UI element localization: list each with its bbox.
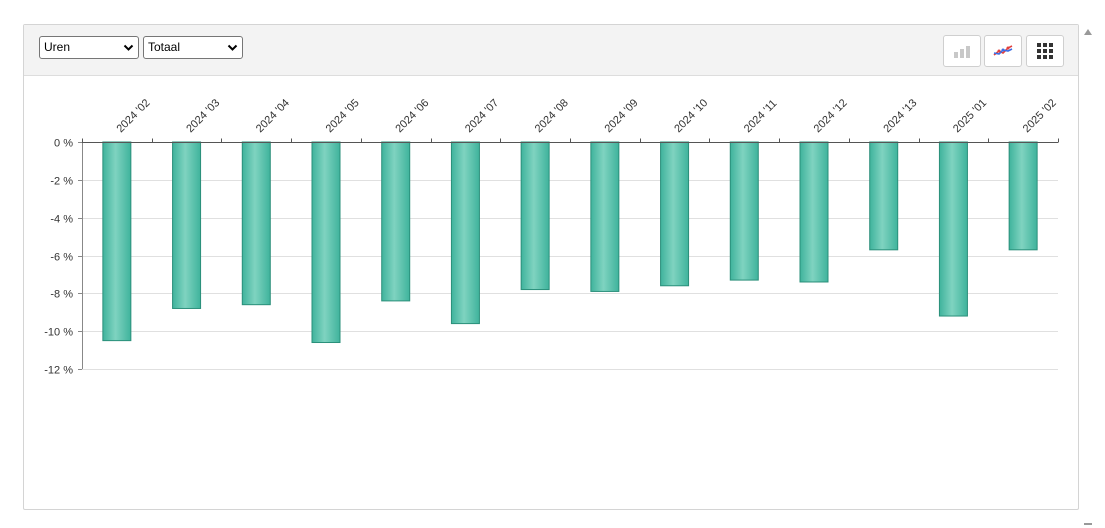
x-tick-label: 2025 '01 — [951, 97, 989, 135]
bar — [102, 141, 132, 342]
bar-chart: 0 % -2 % -4 % -6 % -8 % -10 % -12 % 2024 '02 202… — [44, 97, 1059, 377]
bar — [590, 141, 620, 292]
bar — [241, 141, 271, 306]
x-tick-label: 2024 '13 — [881, 97, 919, 135]
bar — [172, 141, 202, 309]
bar — [799, 141, 829, 283]
x-tick-label: 2024 '06 — [393, 97, 431, 135]
y-tick-label: -2 % — [50, 176, 73, 188]
bar — [869, 141, 899, 251]
scroll-down-handle[interactable] — [1084, 523, 1092, 525]
x-tick-label: 2024 '12 — [812, 97, 850, 135]
y-tick-label: -6 % — [50, 252, 73, 264]
y-tick-label: -10 % — [44, 327, 73, 339]
x-tick-label: 2024 '04 — [254, 97, 292, 135]
y-tick-label: 0 % — [54, 138, 73, 150]
bar — [311, 141, 341, 344]
x-tick-label: 2024 '07 — [463, 97, 501, 135]
x-tick-label: 2024 '10 — [672, 97, 710, 135]
bar — [729, 141, 759, 281]
x-tick-label: 2024 '11 — [742, 98, 780, 136]
bar — [381, 141, 411, 302]
bar — [520, 141, 550, 291]
y-tick-label: -4 % — [50, 214, 73, 226]
x-tick-label: 2024 '02 — [114, 97, 152, 135]
bar — [1008, 141, 1038, 251]
x-tick-label: 2025 '02 — [1021, 97, 1059, 135]
bar — [450, 141, 480, 325]
bar — [660, 141, 690, 287]
x-tick-label: 2024 '05 — [324, 97, 362, 135]
bar — [938, 141, 968, 317]
x-tick-label: 2024 '09 — [602, 97, 640, 135]
scroll-up-icon[interactable] — [1083, 28, 1093, 36]
x-tick-label: 2024 '03 — [184, 97, 222, 135]
y-tick-label: -8 % — [50, 289, 73, 301]
y-tick-label: -12 % — [44, 365, 73, 377]
x-tick-label: 2024 '08 — [533, 97, 571, 135]
